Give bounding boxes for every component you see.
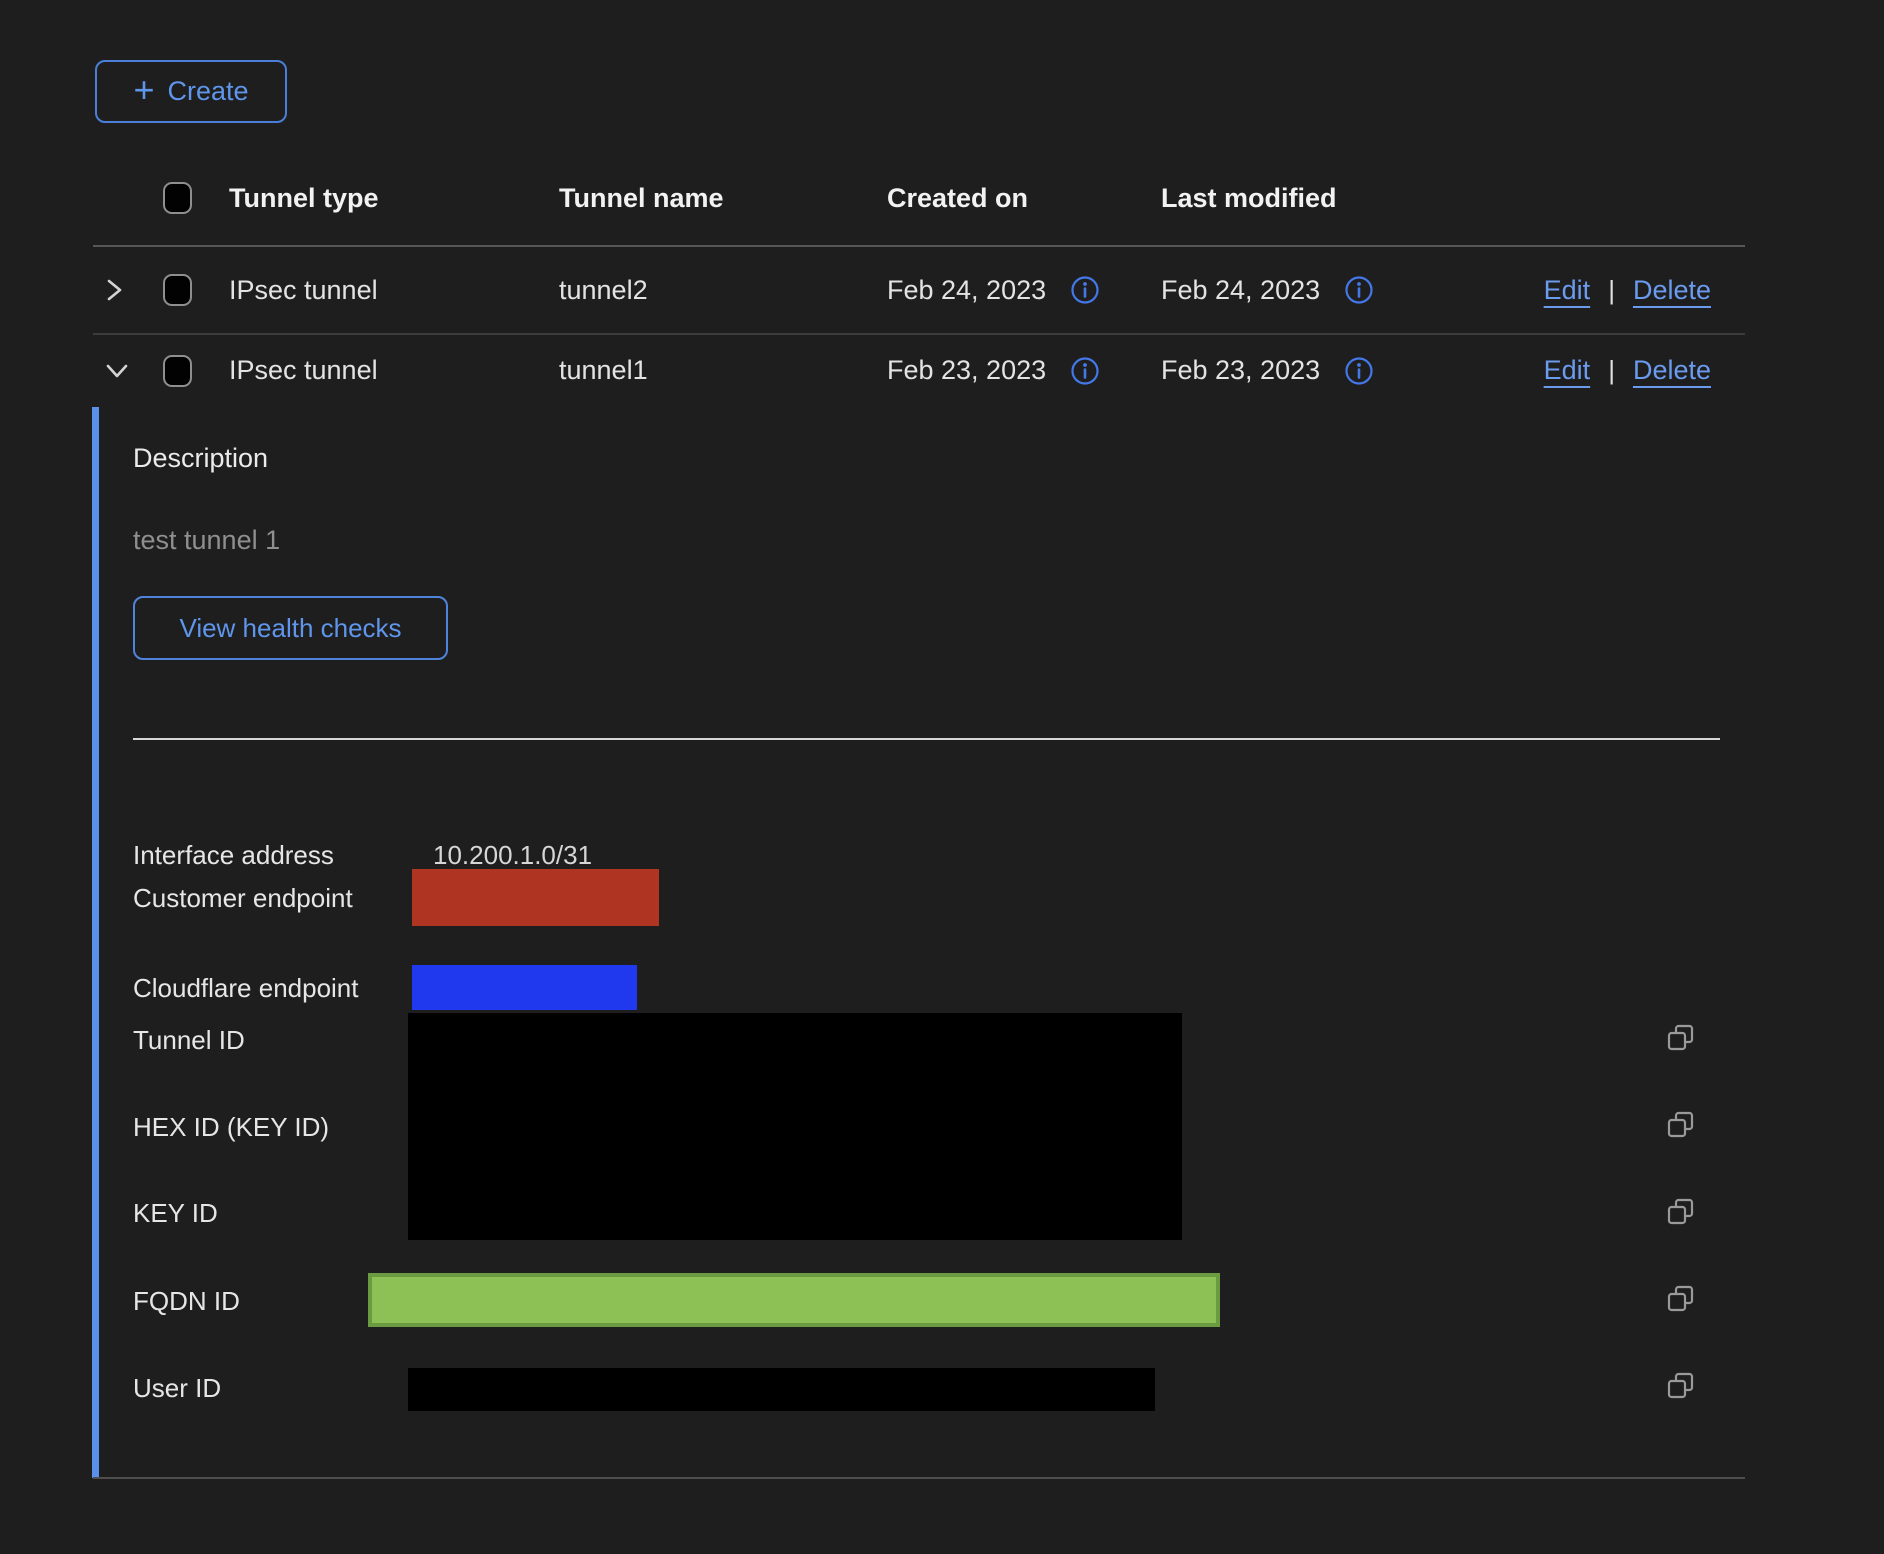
copy-icon xyxy=(1666,1023,1696,1053)
user-id-label: User ID xyxy=(133,1373,221,1404)
tunnel-type-cell: IPsec tunnel xyxy=(229,275,559,306)
last-modified-cell: Feb 24, 2023 xyxy=(1161,275,1320,306)
created-info-button[interactable] xyxy=(1070,275,1100,305)
info-icon xyxy=(1344,275,1374,305)
chevron-down-icon xyxy=(101,358,133,384)
description-value: test tunnel 1 xyxy=(133,525,280,556)
modified-info-button[interactable] xyxy=(1344,275,1374,305)
copy-hex-id-button[interactable] xyxy=(1666,1110,1696,1140)
ids-redacted-values xyxy=(408,1013,1182,1240)
info-icon xyxy=(1070,356,1100,386)
col-header-last-modified: Last modified xyxy=(1161,183,1475,214)
tunnel-id-label: Tunnel ID xyxy=(133,1025,245,1056)
collapse-row-button[interactable] xyxy=(101,358,133,384)
copy-tunnel-id-button[interactable] xyxy=(1666,1023,1696,1053)
tunnel-type-cell: IPsec tunnel xyxy=(229,355,559,386)
action-separator: | xyxy=(1608,355,1615,386)
table-row-tunnel1: IPsec tunnel tunnel1 Feb 23, 2023 Feb 23… xyxy=(93,334,1745,407)
select-all-checkbox[interactable] xyxy=(163,182,192,214)
created-on-cell: Feb 23, 2023 xyxy=(887,355,1046,386)
create-button-label: Create xyxy=(167,76,248,107)
table-header: Tunnel type Tunnel name Created on Last … xyxy=(93,150,1745,246)
copy-icon xyxy=(1666,1197,1696,1227)
col-header-tunnel-type: Tunnel type xyxy=(229,183,559,214)
customer-endpoint-redacted-value xyxy=(412,869,659,926)
delete-link[interactable]: Delete xyxy=(1633,355,1711,386)
delete-link[interactable]: Delete xyxy=(1633,275,1711,306)
fqdn-id-label: FQDN ID xyxy=(133,1286,240,1317)
info-icon xyxy=(1070,275,1100,305)
expand-row-button[interactable] xyxy=(101,275,127,305)
edit-link[interactable]: Edit xyxy=(1544,355,1591,386)
last-modified-cell: Feb 23, 2023 xyxy=(1161,355,1320,386)
table-bottom-divider xyxy=(93,1477,1745,1479)
copy-user-id-button[interactable] xyxy=(1666,1371,1696,1401)
copy-icon xyxy=(1666,1110,1696,1140)
copy-icon xyxy=(1666,1284,1696,1314)
chevron-right-icon xyxy=(101,275,127,305)
col-header-tunnel-name: Tunnel name xyxy=(559,183,887,214)
plus-icon: + xyxy=(133,72,154,108)
info-icon xyxy=(1344,356,1374,386)
cloudflare-endpoint-redacted-value xyxy=(412,965,637,1010)
view-health-checks-button[interactable]: View health checks xyxy=(133,596,448,660)
create-button[interactable]: + Create xyxy=(95,60,287,123)
interface-address-value: 10.200.1.0/31 xyxy=(433,840,592,871)
edit-link[interactable]: Edit xyxy=(1544,275,1591,306)
customer-endpoint-label: Customer endpoint xyxy=(133,883,353,914)
expanded-row-indicator-bar xyxy=(92,407,99,1478)
action-separator: | xyxy=(1608,275,1615,306)
fqdn-id-redacted-value xyxy=(368,1273,1220,1327)
copy-icon xyxy=(1666,1371,1696,1401)
description-label: Description xyxy=(133,443,268,474)
tunnel-name-cell: tunnel1 xyxy=(559,355,887,386)
user-id-redacted-value xyxy=(408,1368,1155,1411)
copy-key-id-button[interactable] xyxy=(1666,1197,1696,1227)
created-on-cell: Feb 24, 2023 xyxy=(887,275,1046,306)
row-checkbox[interactable] xyxy=(163,274,192,306)
hex-id-label: HEX ID (KEY ID) xyxy=(133,1112,329,1143)
tunnel-name-cell: tunnel2 xyxy=(559,275,887,306)
cloudflare-endpoint-label: Cloudflare endpoint xyxy=(133,973,359,1004)
modified-info-button[interactable] xyxy=(1344,356,1374,386)
key-id-label: KEY ID xyxy=(133,1198,218,1229)
table-row-tunnel2: IPsec tunnel tunnel2 Feb 24, 2023 Feb 24… xyxy=(93,246,1745,334)
col-header-created-on: Created on xyxy=(887,183,1161,214)
row-checkbox[interactable] xyxy=(163,355,192,387)
tunnels-page: + Create Tunnel type Tunnel name Created… xyxy=(0,0,1884,1554)
copy-fqdn-id-button[interactable] xyxy=(1666,1284,1696,1314)
details-section-divider xyxy=(133,738,1720,740)
interface-address-label: Interface address xyxy=(133,840,334,871)
created-info-button[interactable] xyxy=(1070,356,1100,386)
